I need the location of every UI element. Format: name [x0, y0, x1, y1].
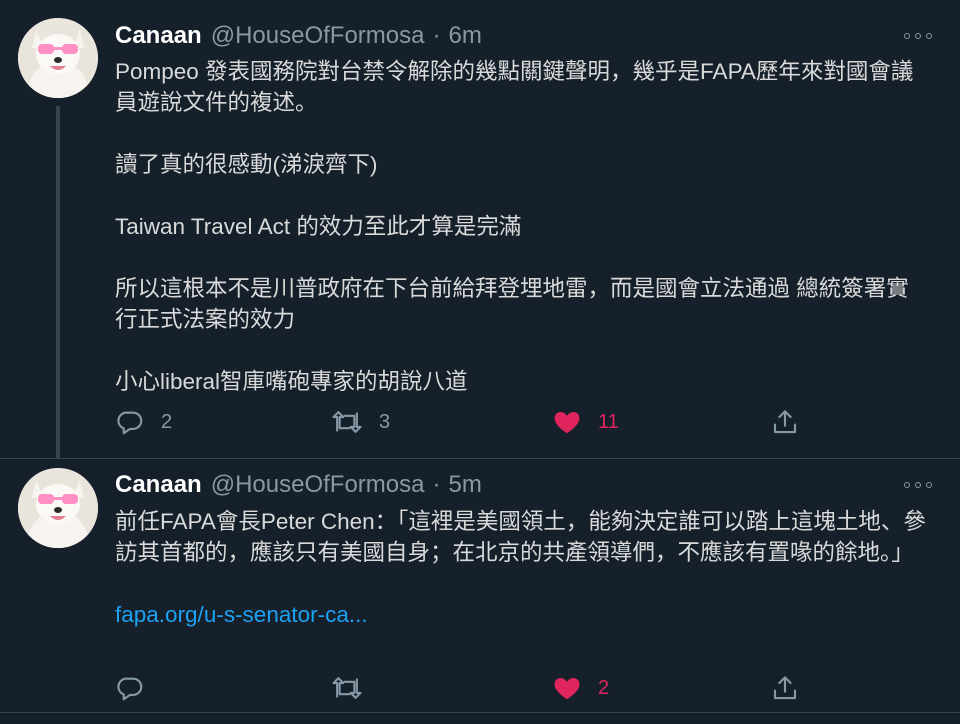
tweet-text: Pompeo 發表國務院對台禁令解除的幾點關鍵聲明，幾乎是FAPA歷年來對國會議… [115, 56, 930, 397]
retweet-icon [332, 411, 362, 433]
like-button[interactable]: 11 [552, 406, 619, 438]
like-button[interactable]: 2 [552, 672, 609, 704]
timestamp[interactable]: 5m [448, 471, 481, 499]
avatar[interactable] [18, 18, 98, 98]
tweet-paragraph: 讀了真的很感動(涕淚齊下) [115, 152, 378, 177]
tweet-paragraph: 小心liberal智庫嘴砲專家的胡說八道 [115, 369, 468, 394]
heart-filled-icon [554, 412, 580, 434]
like-count: 11 [598, 410, 619, 433]
retweet-count: 3 [379, 410, 391, 433]
timeline: Canaan @HouseOfFormosa · 6m Pompeo 發表國務院… [0, 0, 960, 724]
heart-filled-icon [554, 678, 580, 700]
tweet-link[interactable]: fapa.org/u-s-senator-ca... [115, 602, 368, 627]
tweet-paragraph: 前任FAPA會長Peter Chen：「這裡是美國領土，能夠決定誰可以踏上這塊土… [115, 509, 926, 565]
share-icon [773, 676, 797, 700]
separator-dot: · [432, 471, 441, 498]
reply-icon [117, 411, 143, 435]
share-button[interactable] [770, 672, 800, 704]
reply-icon [117, 677, 143, 701]
tweet-text: 前任FAPA會長Peter Chen：「這裡是美國領土，能夠決定誰可以踏上這塊土… [115, 506, 930, 630]
timestamp[interactable]: 6m [448, 22, 481, 50]
avatar[interactable] [18, 468, 98, 548]
tweet-paragraph: 所以這根本不是川普政府在下台前給拜登埋地雷，而是國會立法通過 總統簽署實行正式法… [115, 276, 909, 332]
tweet-paragraph: Pompeo 發表國務院對台禁令解除的幾點關鍵聲明，幾乎是FAPA歷年來對國會議… [115, 59, 914, 115]
action-bar: 2 [115, 672, 815, 704]
handle[interactable]: @HouseOfFormosa [211, 471, 425, 499]
share-button[interactable] [770, 406, 800, 438]
tweet-paragraph: Taiwan Travel Act 的效力至此才算是完滿 [115, 214, 522, 239]
handle[interactable]: @HouseOfFormosa [211, 22, 425, 50]
tweet[interactable]: Canaan @HouseOfFormosa · 6m Pompeo 發表國務院… [0, 0, 960, 458]
retweet-button[interactable]: 3 [331, 406, 390, 438]
reply-count: 2 [161, 410, 173, 433]
more-options-icon[interactable] [904, 477, 932, 493]
retweet-button[interactable] [331, 672, 379, 704]
action-bar: 2 3 11 [115, 406, 815, 438]
share-icon [773, 410, 797, 434]
tweet-header: Canaan @HouseOfFormosa · 6m [115, 20, 482, 52]
like-count: 2 [598, 676, 610, 699]
more-options-icon[interactable] [904, 28, 932, 44]
thread-line [56, 106, 60, 458]
tweet[interactable]: Canaan @HouseOfFormosa · 5m 前任FAPA會長Pete… [0, 458, 960, 712]
display-name[interactable]: Canaan [115, 22, 202, 50]
reply-button[interactable]: 2 [115, 406, 172, 438]
dog-avatar-icon [18, 468, 98, 548]
separator-dot: · [432, 22, 441, 49]
tweet-header: Canaan @HouseOfFormosa · 5m [115, 469, 482, 501]
divider [0, 712, 960, 713]
dog-avatar-icon [18, 18, 98, 98]
reply-button[interactable] [115, 672, 161, 704]
retweet-icon [332, 677, 362, 699]
display-name[interactable]: Canaan [115, 471, 202, 499]
